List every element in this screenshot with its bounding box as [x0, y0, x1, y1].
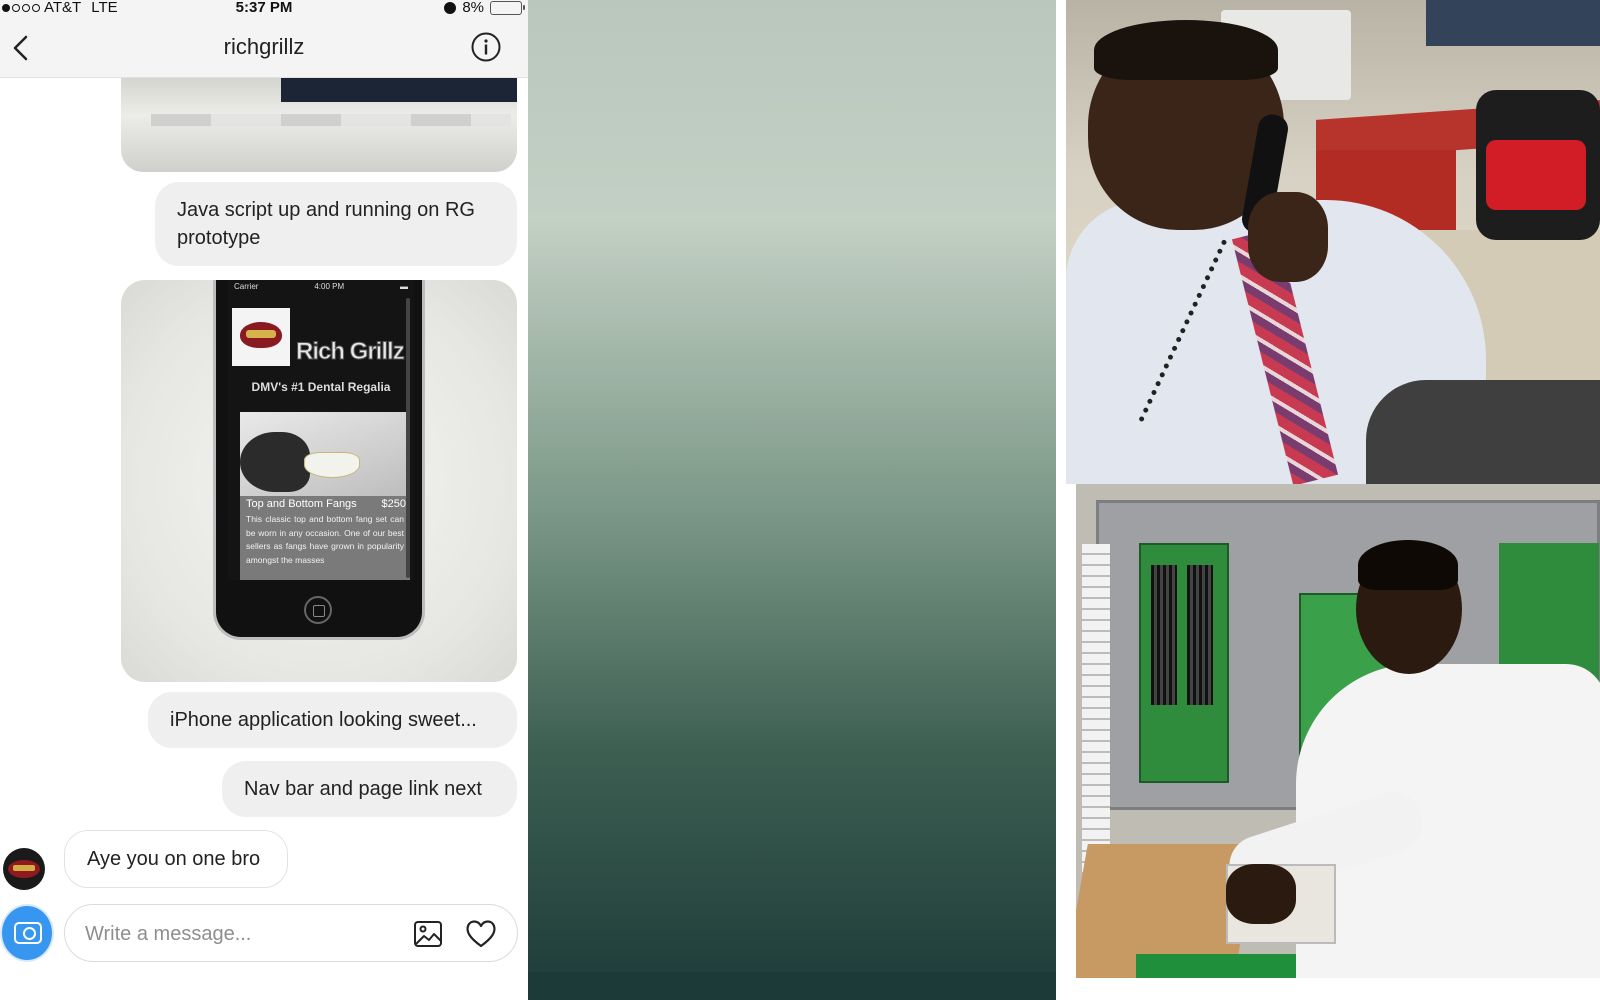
- gallery-icon[interactable]: [413, 919, 443, 949]
- photo-border: [1056, 410, 1066, 1000]
- message-bubble-received[interactable]: Aye you on one bro: [64, 830, 288, 888]
- prototype-carrier: Carrier: [234, 282, 259, 291]
- message-thread[interactable]: Java script up and running on RG prototy…: [0, 78, 528, 972]
- image-message-partial[interactable]: [121, 78, 517, 172]
- message-bubble-sent[interactable]: iPhone application looking sweet...: [148, 692, 517, 748]
- message-text: Nav bar and page link next: [244, 778, 482, 800]
- office-photo: [1066, 0, 1600, 484]
- battery-percent: 8%: [462, 0, 484, 16]
- message-text: Java script up and running on RG prototy…: [177, 199, 475, 249]
- prototype-time: 4:00 PM: [314, 282, 345, 291]
- avatar[interactable]: [3, 848, 45, 890]
- battery-icon: [490, 1, 525, 15]
- message-bubble-sent[interactable]: Java script up and running on RG prototy…: [155, 182, 517, 266]
- prototype-scrollbar: [406, 298, 410, 578]
- tv-repair-photo: [1076, 484, 1600, 978]
- iphone-device: Carrier 4:00 PM ▬ Rich Grillz DMV's #1 D…: [213, 280, 425, 640]
- status-bar: AT&T LTE 5:37 PM 8%: [0, 0, 528, 16]
- message-text: iPhone application looking sweet...: [170, 709, 477, 731]
- product-title-row: Top and Bottom Fangs $250: [246, 498, 406, 510]
- conversation-title[interactable]: richgrillz: [0, 34, 528, 60]
- message-composer: [0, 904, 528, 972]
- rich-grillz-logo: [232, 308, 290, 366]
- chat-screen: AT&T LTE 5:37 PM 8% richgrillz Java scri…: [0, 0, 528, 972]
- camera-button[interactable]: [0, 904, 54, 962]
- prototype-battery-icon: ▬: [400, 282, 408, 291]
- chat-header: richgrillz: [0, 16, 528, 78]
- product-card: Top and Bottom Fangs $250 This classic t…: [240, 412, 410, 580]
- message-field[interactable]: [64, 904, 518, 962]
- info-circle-icon[interactable]: [470, 31, 502, 63]
- home-button-icon: [304, 596, 332, 624]
- gradient-background: [528, 0, 1056, 1000]
- alarm-icon: [444, 2, 457, 14]
- heart-icon[interactable]: [464, 917, 498, 951]
- message-input[interactable]: [85, 919, 405, 949]
- image-message-prototype[interactable]: Carrier 4:00 PM ▬ Rich Grillz DMV's #1 D…: [121, 280, 517, 682]
- status-right: 8%: [444, 0, 525, 16]
- message-text: Aye you on one bro: [87, 848, 261, 870]
- product-image: [240, 412, 410, 496]
- prototype-tagline: DMV's #1 Dental Regalia: [251, 380, 391, 394]
- product-description: This classic top and bottom fang set can…: [246, 514, 404, 565]
- message-bubble-sent[interactable]: Nav bar and page link next: [222, 761, 517, 817]
- camera-icon: [14, 922, 42, 944]
- prototype-screen: Carrier 4:00 PM ▬ Rich Grillz DMV's #1 D…: [228, 280, 414, 580]
- prototype-brand: Rich Grillz: [296, 338, 406, 366]
- bottom-strip: [528, 972, 1056, 1000]
- product-price: $250: [381, 498, 406, 510]
- product-title: Top and Bottom Fangs: [246, 498, 357, 510]
- prototype-status-bar: Carrier 4:00 PM ▬: [228, 280, 414, 293]
